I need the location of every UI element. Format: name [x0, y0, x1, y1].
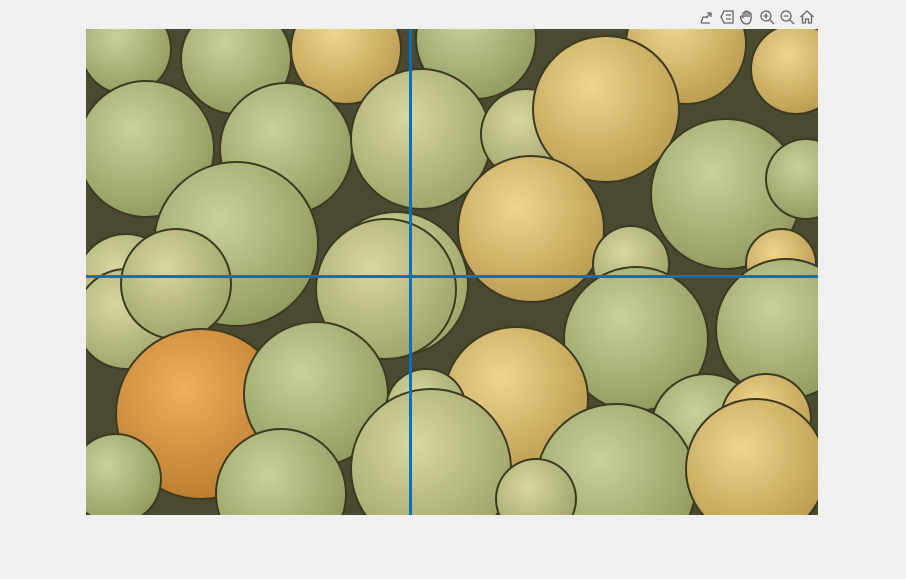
- axes-toolbar: [698, 8, 816, 26]
- zoom-in-button[interactable]: [758, 8, 776, 26]
- restore-view-button[interactable]: [798, 8, 816, 26]
- datatip-button[interactable]: [718, 8, 736, 26]
- image-axes[interactable]: [86, 29, 818, 515]
- crosshair-vertical-line[interactable]: [409, 29, 412, 515]
- zoom-in-icon: [760, 10, 775, 25]
- pears-image: [86, 29, 818, 515]
- pear: [120, 228, 232, 340]
- zoom-out-button[interactable]: [778, 8, 796, 26]
- pan-button[interactable]: [738, 8, 756, 26]
- home-icon: [800, 10, 814, 24]
- pan-hand-icon: [739, 10, 752, 25]
- pear: [750, 29, 818, 115]
- crosshair-horizontal-line[interactable]: [86, 275, 818, 278]
- pear: [457, 155, 605, 303]
- export-icon: [700, 12, 712, 24]
- datatip-icon: [720, 10, 734, 24]
- export-button[interactable]: [698, 8, 716, 26]
- zoom-out-icon: [780, 10, 795, 25]
